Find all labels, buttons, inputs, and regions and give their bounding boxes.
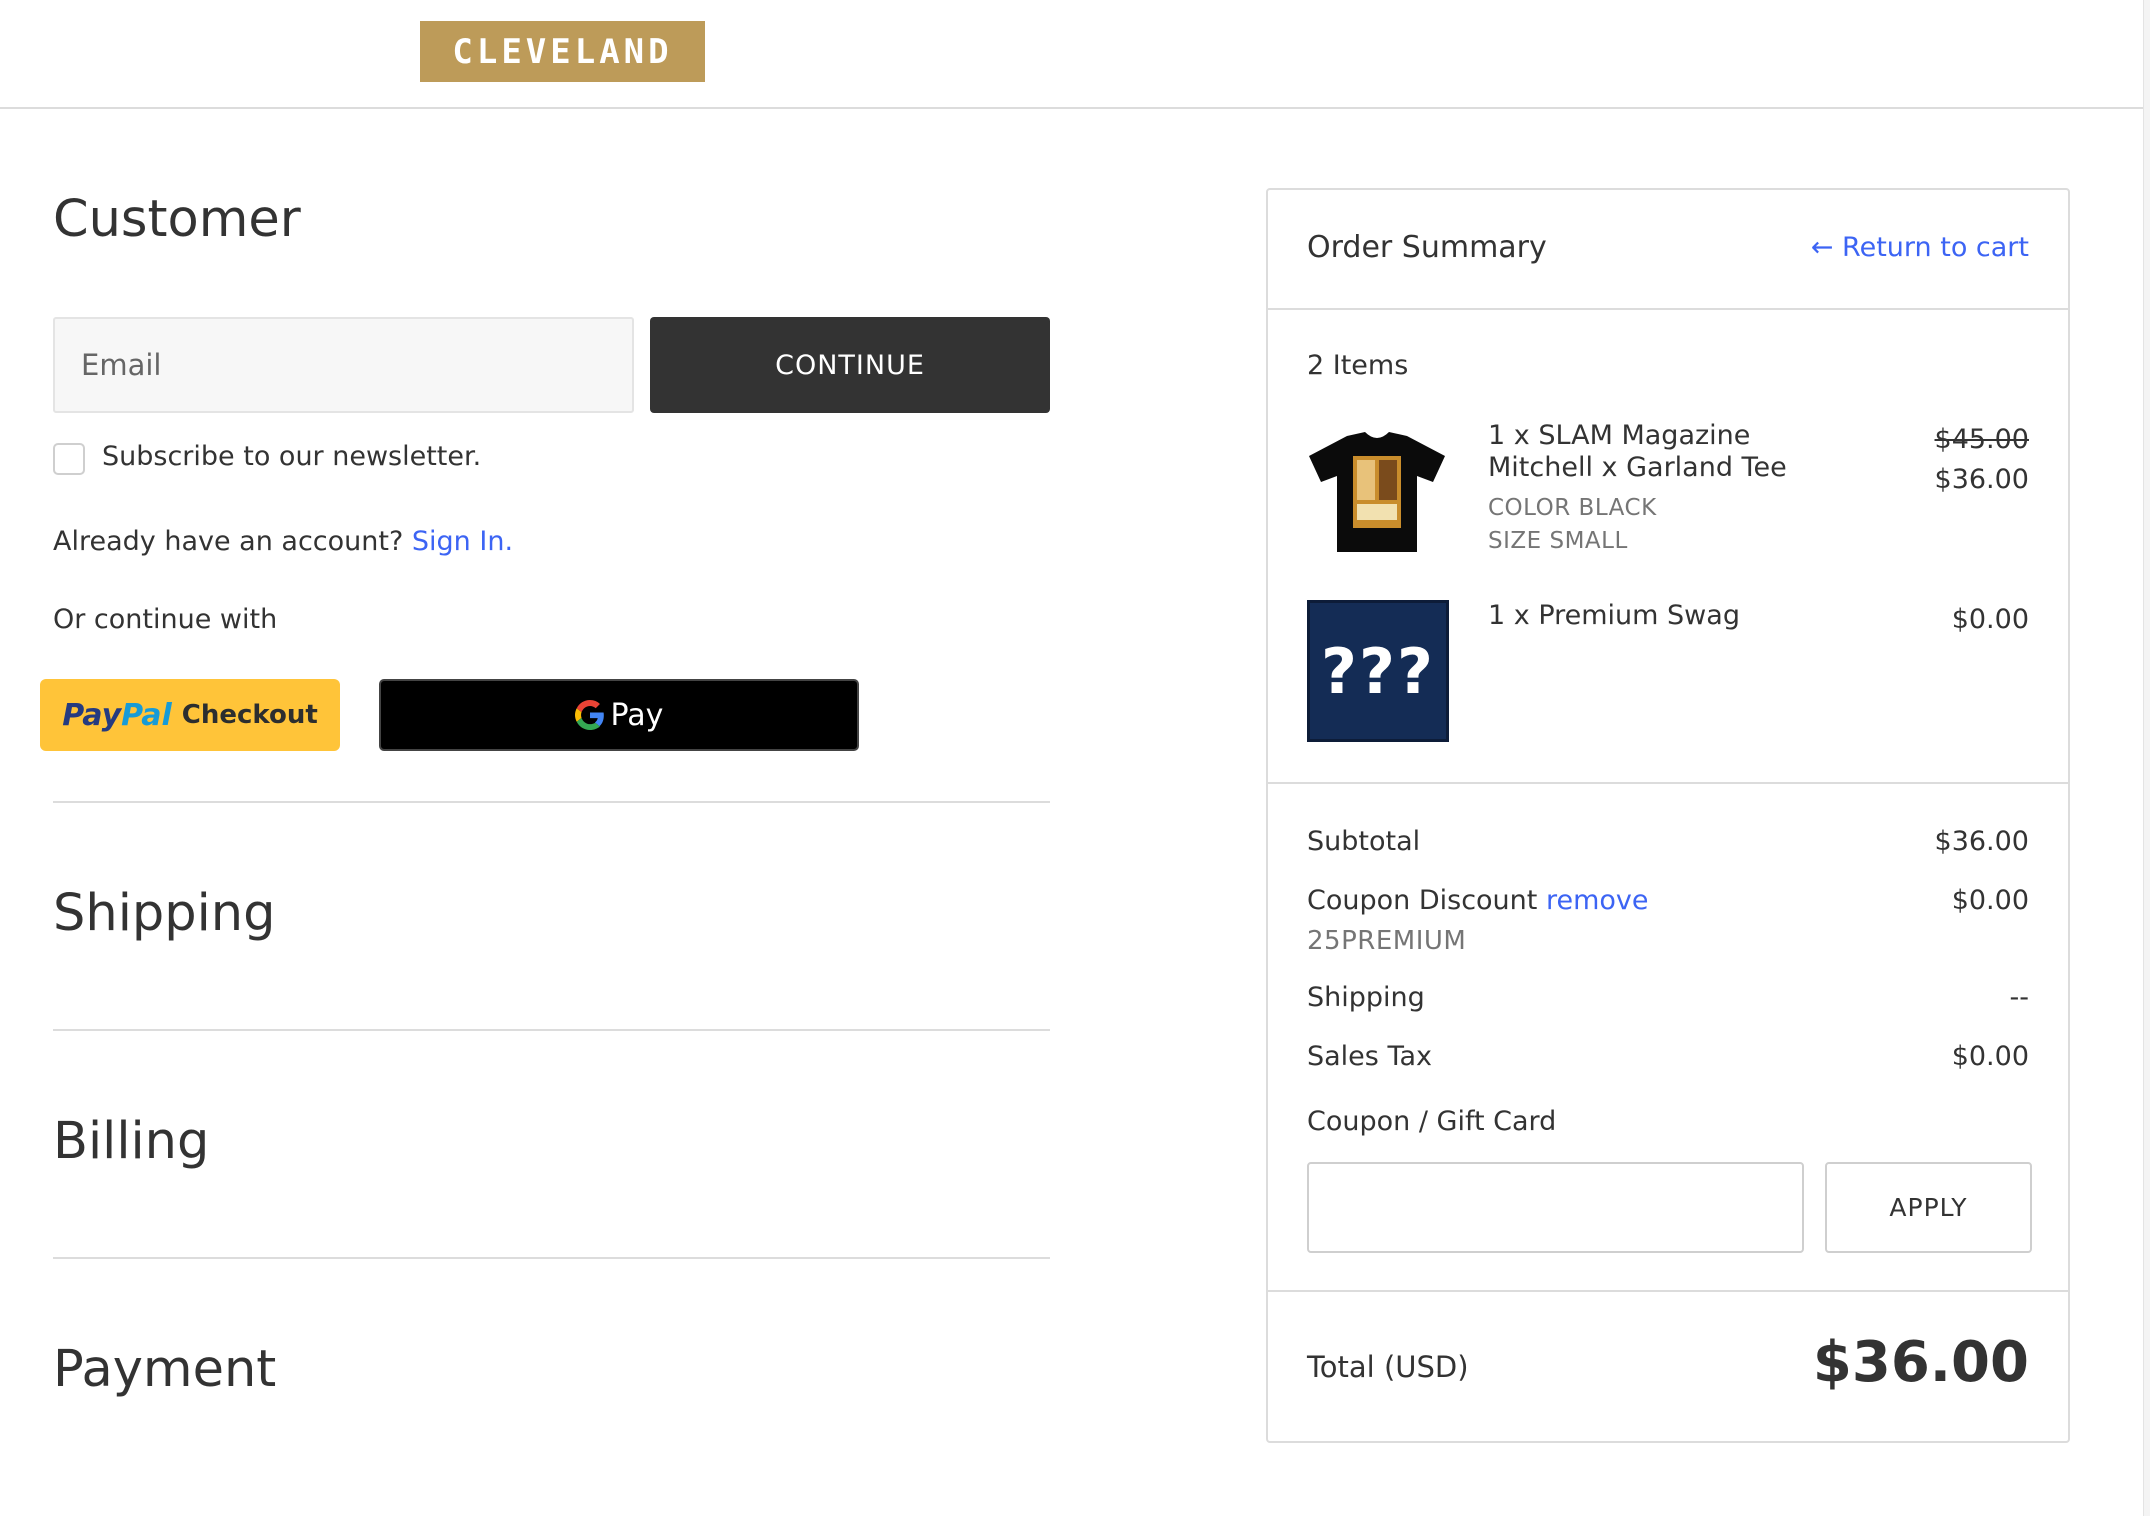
site-header: CLEVELAND <box>0 0 2143 109</box>
newsletter-label: Subscribe to our newsletter. <box>102 441 482 472</box>
account-prompt-text: Already have an account? <box>53 526 404 557</box>
item-price: $36.00 <box>1934 464 2029 495</box>
return-to-cart-link[interactable]: ← Return to cart <box>1811 232 2029 263</box>
google-pay-button[interactable]: Pay <box>379 679 859 751</box>
item-name-line: 1 x SLAM Magazine <box>1488 420 1751 451</box>
gift-card-label: Coupon / Gift Card <box>1307 1106 1557 1137</box>
google-g-icon <box>574 700 604 730</box>
item-price: $0.00 <box>1951 604 2029 635</box>
divider <box>53 1257 1050 1259</box>
item-name: 1 x Premium Swag <box>1488 600 1740 631</box>
or-continue-text: Or continue with <box>53 604 278 635</box>
store-logo[interactable]: CLEVELAND <box>420 21 705 82</box>
items-count: 2 Items <box>1307 350 1409 381</box>
google-pay-label: Pay <box>610 697 664 733</box>
coupon-discount-label: Coupon Discount <box>1307 885 1538 916</box>
account-prompt: Already have an account? Sign In. <box>53 526 513 557</box>
payment-title: Payment <box>53 1340 277 1399</box>
tshirt-thumbnail <box>1307 422 1448 563</box>
coupon-discount-row: Coupon Discount remove <box>1307 885 1649 916</box>
remove-coupon-link[interactable]: remove <box>1546 885 1649 916</box>
apply-coupon-button[interactable]: APPLY <box>1825 1162 2032 1253</box>
mystery-thumbnail: ??? <box>1307 600 1449 742</box>
continue-button[interactable]: CONTINUE <box>650 317 1050 413</box>
sign-in-link[interactable]: Sign In. <box>412 526 513 557</box>
customer-title: Customer <box>53 190 301 249</box>
coupon-input[interactable] <box>1307 1162 1804 1253</box>
subtotal-value: $36.00 <box>1934 826 2029 857</box>
coupon-code: 25PREMIUM <box>1307 926 1467 956</box>
sales-tax-value: $0.00 <box>1951 1041 2029 1072</box>
summary-divider <box>1268 782 2068 784</box>
subtotal-label: Subtotal <box>1307 826 1421 857</box>
item-original-price: $45.00 <box>1934 424 2029 455</box>
summary-divider <box>1268 1290 2068 1292</box>
shipping-title: Shipping <box>53 884 276 943</box>
scrollbar[interactable] <box>2143 0 2150 1516</box>
shipping-label: Shipping <box>1307 982 1425 1013</box>
coupon-discount-value: $0.00 <box>1951 885 2029 916</box>
paypal-logo: PayPal <box>62 697 172 733</box>
tshirt-icon <box>1309 432 1445 552</box>
question-marks: ??? <box>1321 634 1435 708</box>
sales-tax-label: Sales Tax <box>1307 1041 1432 1072</box>
billing-title: Billing <box>53 1112 210 1171</box>
logo-text: CLEVELAND <box>452 31 673 72</box>
total-label: Total (USD) <box>1307 1350 1469 1384</box>
item-name-line: Mitchell x Garland Tee <box>1488 452 1787 483</box>
item-size: SIZE SMALL <box>1488 528 1628 554</box>
order-summary: Order Summary ← Return to cart 2 Items 1… <box>1266 188 2070 1443</box>
divider <box>53 801 1050 803</box>
summary-divider <box>1268 308 2068 310</box>
item-name: 1 x SLAM Magazine Mitchell x Garland Tee <box>1488 420 1828 484</box>
newsletter-checkbox[interactable] <box>53 443 85 475</box>
paypal-checkout-button[interactable]: PayPal Checkout <box>40 679 340 751</box>
shipping-value: -- <box>2009 982 2030 1013</box>
order-summary-title: Order Summary <box>1307 230 1547 265</box>
paypal-checkout-label: Checkout <box>181 700 318 730</box>
email-input[interactable] <box>53 317 634 413</box>
divider <box>53 1029 1050 1031</box>
item-color: COLOR BLACK <box>1488 495 1657 521</box>
total-value: $36.00 <box>1812 1330 2029 1395</box>
